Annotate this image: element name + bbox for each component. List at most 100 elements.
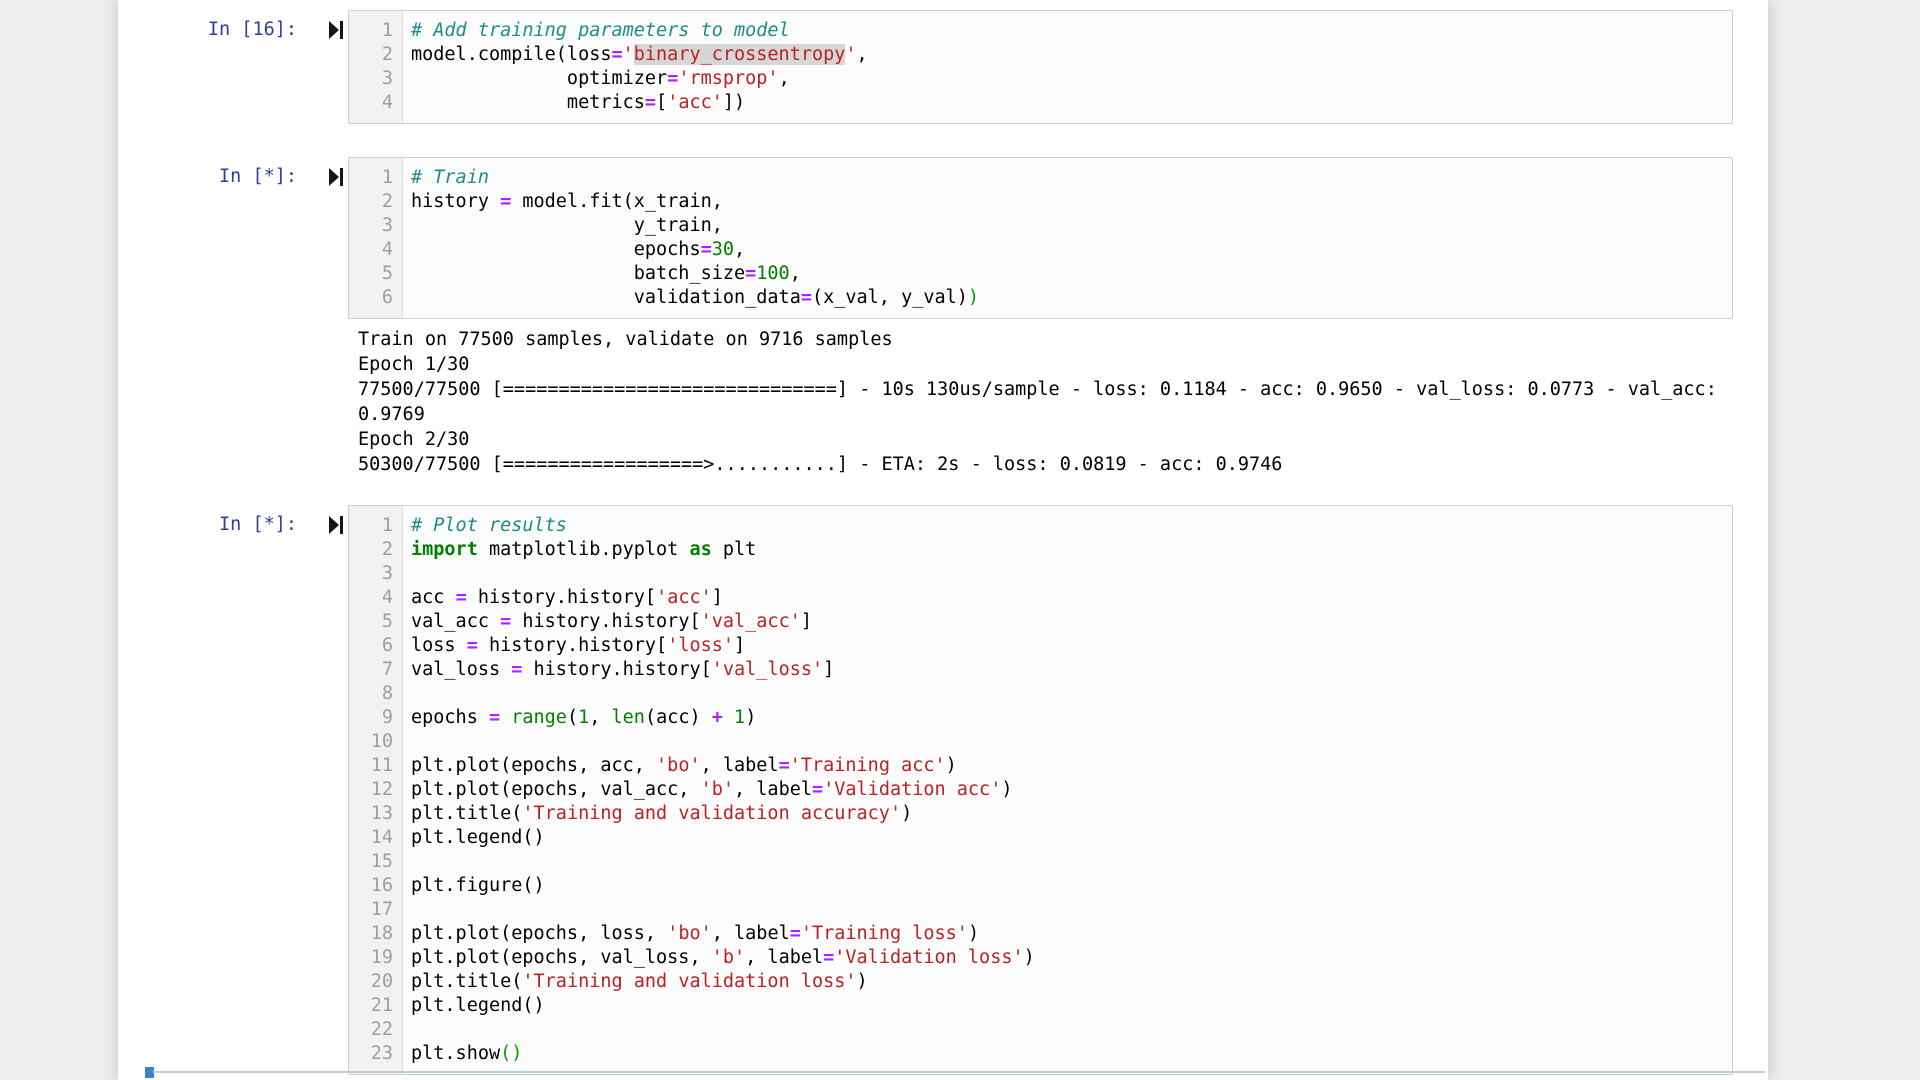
code-token: 'Training acc' [790,755,946,776]
code-token: = [467,635,478,656]
output-stream-text: Train on 77500 samples, validate on 9716… [348,327,1717,477]
code-token: , [779,68,790,89]
code-line: # Add training parameters to model [411,19,1724,43]
line-number: 22 [349,1018,393,1042]
code-token: 'Training loss' [801,923,968,944]
code-token: epochs [411,239,701,260]
code-token: history.history[ [467,587,656,608]
prompt-area: In [*]: [118,505,348,537]
line-number: 3 [349,67,393,91]
code-line: optimizer='rmsprop', [411,67,1724,91]
code-token: metrics [411,92,645,113]
code-editor[interactable]: 123456# Trainhistory = model.fit(x_train… [348,157,1733,319]
code-token [723,707,734,728]
prompt-area: In [*]: [118,157,348,189]
line-number: 17 [349,898,393,922]
code-token: , [734,239,745,260]
code-token: , label [712,923,790,944]
code-line: plt.show() [411,1042,1724,1066]
code-token [500,707,511,728]
code-token: optimizer [411,68,667,89]
code-token: , [857,44,868,65]
code-line: plt.plot(epochs, val_loss, 'b', label='V… [411,946,1724,970]
code-token: = [500,191,511,212]
code-token: batch_size [411,263,745,284]
input-prompt: In [16]: [208,18,297,42]
code-token: = [500,611,511,632]
code-token: val_loss [411,659,511,680]
code-token: ] [734,635,745,656]
code-token: ] [823,659,834,680]
code-line [411,562,1724,586]
code-token: 'b' [712,947,745,968]
code-token: val_acc [411,611,500,632]
line-number: 4 [349,91,393,115]
line-number: 1 [349,166,393,190]
code-token: 1 [578,707,589,728]
cell-output: Train on 77500 samples, validate on 9716… [118,327,1768,477]
code-token: matplotlib.pyplot [478,539,690,560]
output-line: Epoch 2/30 [358,427,1717,452]
code-token: plt.show [411,1043,500,1064]
code-line [411,898,1724,922]
cells-root: In [16]:1234# Add training parameters to… [118,10,1768,1075]
code-token: = [667,68,678,89]
code-token: validation_data [411,287,801,308]
notebook-cell: In [16]:1234# Add training parameters to… [118,10,1768,124]
output-prompt-spacer [118,327,348,477]
code-token: [ [656,92,667,113]
code-token: (x_val, y_val) [812,287,968,308]
output-line: 77500/77500 [===========================… [358,377,1717,402]
run-cell-icon[interactable] [329,516,344,534]
line-number: 2 [349,538,393,562]
code-editor[interactable]: 1234# Add training parameters to modelmo… [348,10,1733,124]
code-token: ) [1001,779,1012,800]
line-number: 3 [349,214,393,238]
code-line: y_train, [411,214,1724,238]
code-token: , label [745,947,823,968]
line-number: 10 [349,730,393,754]
code-line: model.compile(loss='binary_crossentropy'… [411,43,1724,67]
code-token: = [611,44,622,65]
code-token: plt.plot(epochs, loss, [411,923,667,944]
code-token: plt.plot(epochs, acc, [411,755,656,776]
line-number: 12 [349,778,393,802]
input-prompt: In [*]: [219,513,297,537]
code-token: 1 [734,707,745,728]
line-number-gutter: 123456 [349,158,403,318]
code-line: plt.figure() [411,874,1724,898]
run-cell-icon[interactable] [329,168,344,186]
notebook-cell: In [*]:123456# Trainhistory = model.fit(… [118,157,1768,319]
code-token: = [779,755,790,776]
code-token: , [589,707,611,728]
selected-next-cell-top-border [145,1067,1765,1079]
code-token: = [456,587,467,608]
code-line: epochs = range(1, len(acc) + 1) [411,706,1724,730]
code-token: ) [1024,947,1035,968]
line-number: 2 [349,190,393,214]
code-line: plt.legend() [411,826,1724,850]
code-token: 'bo' [667,923,712,944]
code-line: plt.title('Training and validation accur… [411,802,1724,826]
code-token: model.fit(x_train, [511,191,723,212]
code-line: val_acc = history.history['val_acc'] [411,610,1724,634]
line-number: 9 [349,706,393,730]
code-token: ) [946,755,957,776]
code-line: acc = history.history['acc'] [411,586,1724,610]
line-number: 6 [349,634,393,658]
code-token: ) [901,803,912,824]
code-token: y_train, [411,215,723,236]
code-line: plt.plot(epochs, loss, 'bo', label='Trai… [411,922,1724,946]
code-token: = [511,659,522,680]
code-token: plt.title( [411,803,522,824]
code-token: , [790,263,801,284]
output-line: 0.9769 [358,402,1717,427]
code-editor[interactable]: 1234567891011121314151617181920212223# P… [348,505,1733,1075]
run-cell-icon[interactable] [329,21,344,39]
code-token: ) [745,707,756,728]
line-number: 6 [349,286,393,310]
code-token: 'val_acc' [701,611,801,632]
notebook-container: In [16]:1234# Add training parameters to… [118,0,1768,1080]
code-line: import matplotlib.pyplot as plt [411,538,1724,562]
code-area: # Plot resultsimport matplotlib.pyplot a… [403,506,1732,1074]
